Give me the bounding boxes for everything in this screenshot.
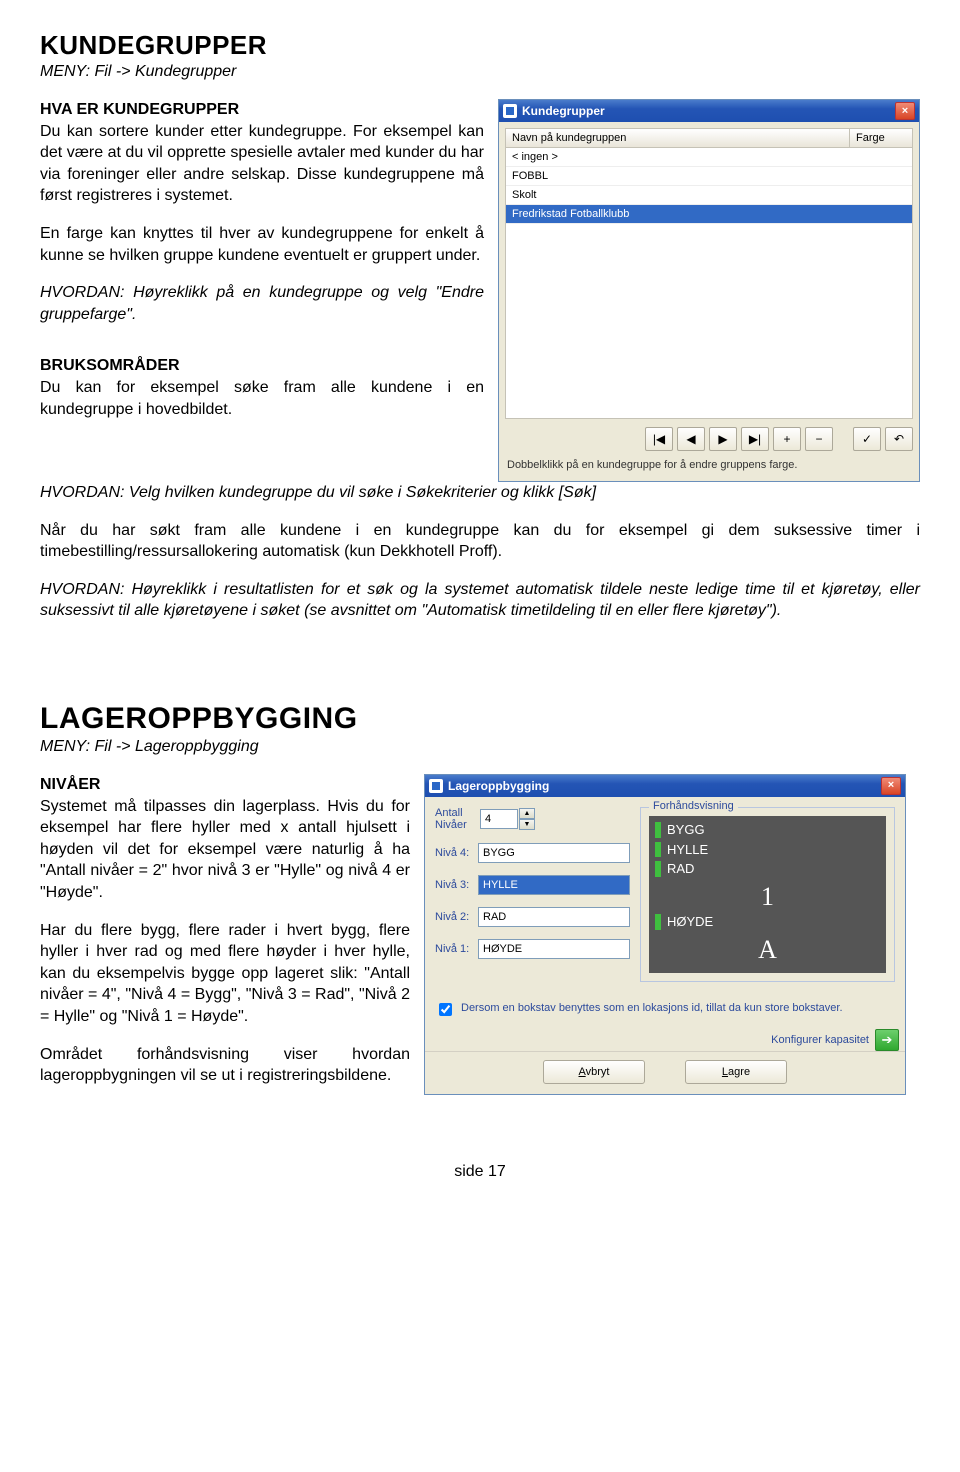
window-kundegrupper: Kundegrupper × Navn på kundegruppen Farg…	[498, 99, 920, 482]
grid-body: < ingen > FOBBL Skolt Fredrikstad Fotbal…	[505, 148, 913, 419]
niva4-input[interactable]	[478, 843, 630, 863]
preview-label: BYGG	[667, 822, 880, 838]
niva1-input[interactable]	[478, 939, 630, 959]
cell	[850, 167, 912, 185]
antall-input[interactable]	[480, 809, 518, 829]
first-button[interactable]: |◀	[645, 427, 673, 451]
cell	[850, 205, 912, 223]
grid-header[interactable]: Navn på kundegruppen Farge	[505, 128, 913, 148]
close-icon[interactable]: ×	[895, 102, 915, 120]
preview-label: RAD	[667, 861, 880, 877]
para-sok: Når du har søkt fram alle kundene i en k…	[40, 520, 920, 563]
para-farge: En farge kan knyttes til hver av kundegr…	[40, 223, 484, 266]
app-icon	[503, 104, 517, 118]
preview-legend: Forhåndsvisning	[649, 800, 738, 812]
para-hvordan-3: HVORDAN: Høyreklikk i resultatlisten for…	[40, 579, 920, 622]
preview-area: BYGG HYLLE RAD 1 HØYDE A	[649, 816, 886, 973]
avbryt-button[interactable]: Avbryt	[543, 1060, 645, 1084]
para-hva: Du kan sortere kunder etter kundegruppe.…	[40, 123, 484, 205]
preview-fieldset: Forhåndsvisning BYGG HYLLE RAD 1 HØYDE A	[640, 807, 895, 982]
preview-label: HØYDE	[667, 914, 880, 930]
prev-button[interactable]: ◀	[677, 427, 705, 451]
para-niv2: Har du flere bygg, flere rader i hvert b…	[40, 920, 410, 1028]
antall-label: Antall Nivåer	[435, 807, 480, 831]
niva4-label: Nivå 4:	[435, 847, 478, 859]
subhead-hva: HVA ER KUNDEGRUPPER	[40, 101, 239, 118]
nav-toolbar: |◀ ◀ ▶ ▶| + − ✓ ↶	[505, 427, 913, 451]
niva2-input[interactable]	[478, 907, 630, 927]
niva1-label: Nivå 1:	[435, 943, 478, 955]
spin-up-icon[interactable]: ▲	[519, 808, 535, 819]
titlebar-text: Lageroppbygging	[448, 779, 549, 793]
last-button[interactable]: ▶|	[741, 427, 769, 451]
preview-label: HYLLE	[667, 842, 880, 858]
levels-panel: Antall Nivåer ▲ ▼ Nivå 4: Nivå 3: Nivå 2…	[435, 807, 630, 982]
heading-kundegrupper: KUNDEGRUPPER	[40, 30, 920, 61]
cell	[850, 148, 912, 166]
heading-lageroppbygging: LAGEROPPBYGGING	[40, 702, 920, 736]
hint-text: Dobbelklikk på en kundegruppe for å endr…	[505, 457, 913, 475]
table-row[interactable]: < ingen >	[506, 148, 912, 167]
cell: Fredrikstad Fotballklubb	[506, 205, 850, 223]
niva2-label: Nivå 2:	[435, 911, 478, 923]
menu-path-kundegrupper: MENY: Fil -> Kundegrupper	[40, 63, 920, 81]
niva3-input[interactable]	[478, 875, 630, 895]
close-icon[interactable]: ×	[881, 777, 901, 795]
spin-down-icon[interactable]: ▼	[519, 819, 535, 830]
cell: FOBBL	[506, 167, 850, 185]
uppercase-label: Dersom en bokstav benyttes som en lokasj…	[461, 1002, 843, 1014]
cell	[850, 186, 912, 204]
delete-button[interactable]: −	[805, 427, 833, 451]
para-hvordan-2: HVORDAN: Velg hvilken kundegruppe du vil…	[40, 482, 920, 504]
subhead-nivaer: NIVÅER	[40, 776, 100, 793]
confirm-button[interactable]: ✓	[853, 427, 881, 451]
col-color[interactable]: Farge	[850, 129, 912, 147]
antall-spinner[interactable]: ▲ ▼	[480, 808, 535, 830]
app-icon	[429, 779, 443, 793]
titlebar-text: Kundegrupper	[522, 104, 605, 118]
bar-icon	[655, 842, 661, 858]
para-niv3: Området forhåndsvisning viser hvordan la…	[40, 1044, 410, 1087]
titlebar-kundegrupper[interactable]: Kundegrupper ×	[499, 100, 919, 122]
menu-path-lager: MENY: Fil -> Lageroppbygging	[40, 738, 920, 756]
cell: < ingen >	[506, 148, 850, 166]
bar-icon	[655, 822, 661, 838]
niva3-label: Nivå 3:	[435, 879, 478, 891]
preview-big-1: 1	[655, 881, 880, 912]
cell: Skolt	[506, 186, 850, 204]
subhead-bruk: BRUKSOMRÅDER	[40, 357, 180, 374]
para-bruk: Du kan for eksempel søke fram alle kunde…	[40, 379, 484, 418]
col-name[interactable]: Navn på kundegruppen	[506, 129, 850, 147]
undo-button[interactable]: ↶	[885, 427, 913, 451]
bar-icon	[655, 861, 661, 877]
para-hvordan-1: HVORDAN: Høyreklikk på en kundegruppe og…	[40, 282, 484, 325]
table-row[interactable]: Skolt	[506, 186, 912, 205]
uppercase-checkbox[interactable]	[439, 1003, 452, 1016]
konfigurer-button[interactable]: ➔	[875, 1029, 899, 1051]
table-row-selected[interactable]: Fredrikstad Fotballklubb	[506, 205, 912, 224]
konfigurer-label: Konfigurer kapasitet	[771, 1034, 869, 1046]
add-button[interactable]: +	[773, 427, 801, 451]
titlebar-lager[interactable]: Lageroppbygging ×	[425, 775, 905, 797]
table-row[interactable]: FOBBL	[506, 167, 912, 186]
preview-big-a: A	[655, 934, 880, 965]
btn-text: vbryt	[586, 1066, 610, 1078]
btn-text: agre	[728, 1066, 750, 1078]
next-button[interactable]: ▶	[709, 427, 737, 451]
window-lageroppbygging: Lageroppbygging × Antall Nivåer ▲ ▼	[424, 774, 906, 1095]
page-footer: side 17	[40, 1163, 920, 1181]
para-niv1: Systemet må tilpasses din lagerplass. Hv…	[40, 798, 410, 901]
bar-icon	[655, 914, 661, 930]
lagre-button[interactable]: Lagre	[685, 1060, 787, 1084]
